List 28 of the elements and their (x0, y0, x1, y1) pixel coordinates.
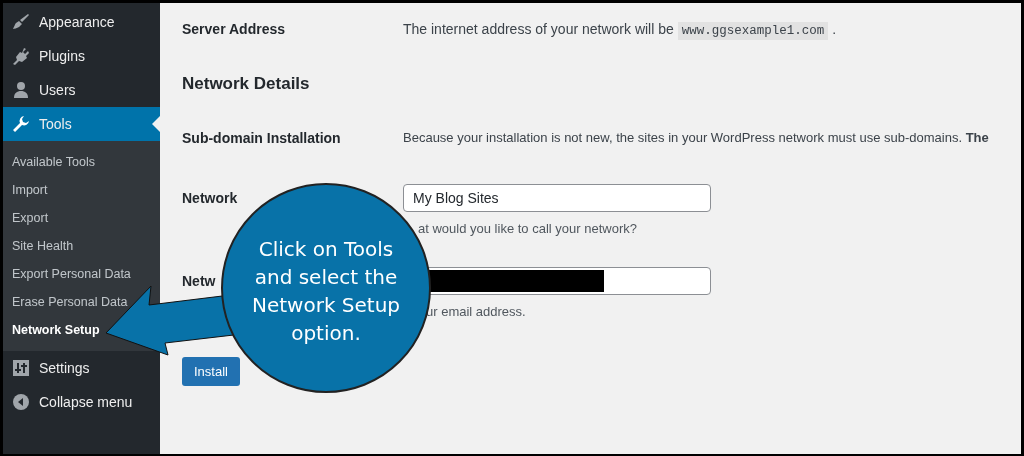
submenu-item[interactable]: Site Health (3, 232, 160, 260)
install-button[interactable]: Install (182, 357, 240, 386)
field-label: Server Address (182, 20, 285, 39)
section-heading: Network Details (182, 74, 310, 94)
sidebar-item[interactable]: Collapse menu (3, 385, 160, 419)
plug-icon (12, 47, 30, 65)
sliders-icon (12, 359, 30, 377)
server-address-text: The internet address of your network will be www.ggsexample1.com . (403, 20, 837, 41)
sidebar-item[interactable]: Appearance (3, 5, 160, 39)
paintbrush-icon (12, 13, 30, 31)
field-label: Netw (182, 272, 216, 291)
wrench-icon (12, 115, 30, 133)
sidebar-item[interactable]: Plugins (3, 39, 160, 73)
submenu-item[interactable]: Export Personal Data (3, 260, 160, 288)
sidebar-item[interactable]: Settings (3, 351, 160, 385)
input-field[interactable]: My Blog Sites (403, 184, 711, 212)
user-icon (12, 81, 30, 99)
callout-text: Click on Tools and select the Network Setup option. (250, 236, 402, 347)
submenu-item[interactable]: Import (3, 176, 160, 204)
collapse-icon (12, 393, 30, 411)
submenu-item[interactable]: Available Tools (3, 148, 160, 176)
sidebar-item[interactable]: Users (3, 73, 160, 107)
field-hint: at would you like to call your network? (418, 221, 637, 236)
field-label: Sub-domain Installation (182, 129, 341, 148)
sidebar-item[interactable]: Tools (3, 107, 160, 141)
field-label: Network (182, 189, 238, 208)
subdomain-text: Because your installation is not new, the sites in your WordPress network must use sub-domains. The (403, 129, 989, 147)
submenu-item[interactable]: Export (3, 204, 160, 232)
